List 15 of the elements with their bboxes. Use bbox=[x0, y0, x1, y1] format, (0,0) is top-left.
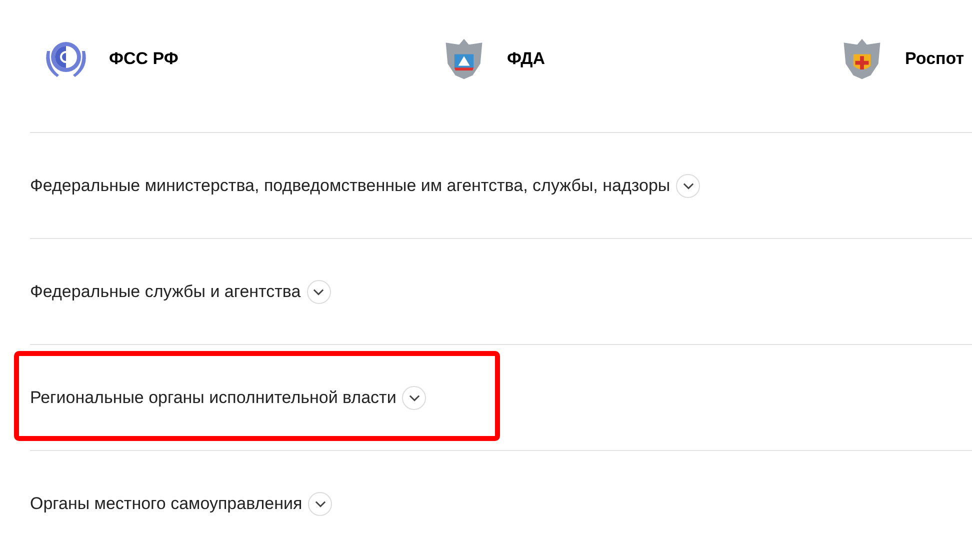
chevron-icon bbox=[682, 182, 694, 190]
section-title[interactable]: Региональные органы исполнительной власти bbox=[30, 388, 396, 408]
section-title[interactable]: Органы местного самоуправления bbox=[30, 494, 302, 514]
agency-name[interactable]: ФДА bbox=[507, 49, 546, 69]
section-title[interactable]: Федеральные министерства, подведомственные им агентства, службы, надзоры bbox=[30, 176, 670, 196]
chevron-icon bbox=[313, 288, 324, 296]
expand-button[interactable] bbox=[402, 386, 426, 410]
agency-name[interactable]: ФСС РФ bbox=[109, 49, 178, 69]
agency-name[interactable]: Роспот bbox=[905, 49, 964, 69]
section-title[interactable]: Федеральные службы и агентства bbox=[30, 282, 301, 302]
expand-button[interactable] bbox=[308, 492, 332, 516]
expand-button[interactable] bbox=[306, 280, 331, 304]
expand-button[interactable] bbox=[676, 174, 700, 198]
chevron-icon bbox=[408, 394, 420, 402]
chevron-icon bbox=[314, 500, 326, 508]
